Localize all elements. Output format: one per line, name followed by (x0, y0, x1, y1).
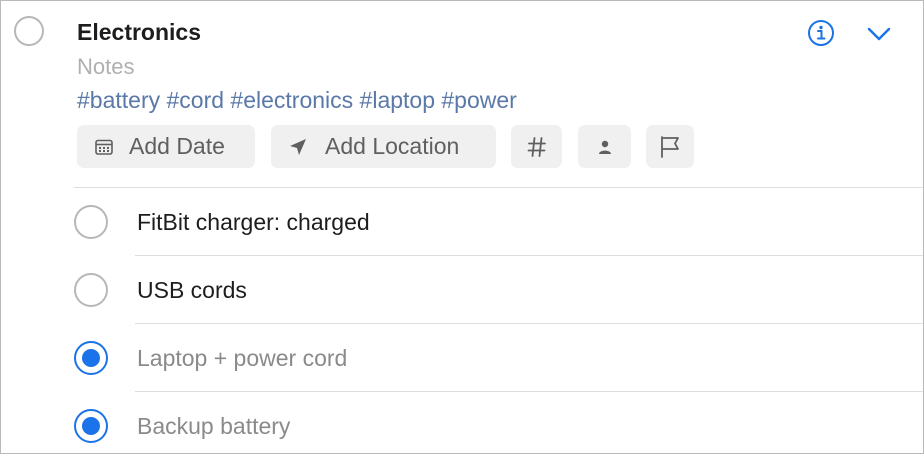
add-tag-button[interactable] (511, 125, 562, 168)
chevron-down-icon[interactable] (866, 21, 892, 45)
item-label[interactable]: Laptop + power cord (137, 343, 347, 373)
list-item[interactable]: FitBit charger: charged (1, 188, 923, 256)
add-date-label: Add Date (129, 133, 225, 159)
list-item[interactable]: Laptop + power cord (1, 324, 923, 392)
person-icon (598, 140, 611, 154)
add-location-label: Add Location (325, 133, 460, 159)
calendar-icon (95, 139, 113, 155)
notes-field[interactable]: Notes (77, 52, 134, 82)
flag-icon (661, 135, 679, 158)
location-arrow-icon (290, 138, 306, 155)
item-checkbox-checked[interactable] (74, 409, 108, 443)
info-icon[interactable] (807, 19, 835, 47)
tags-text[interactable]: #battery #cord #electronics #laptop #pow… (77, 85, 517, 115)
add-location-button[interactable]: Add Location (271, 125, 496, 168)
add-date-button[interactable]: Add Date (77, 125, 255, 168)
assign-person-button[interactable] (578, 125, 631, 168)
reminder-card: Electronics Notes #battery #cord #electr… (0, 0, 924, 454)
item-checkbox-checked[interactable] (74, 341, 108, 375)
reminder-complete-checkbox[interactable] (14, 16, 44, 46)
item-label[interactable]: FitBit charger: charged (137, 207, 370, 237)
flag-button[interactable] (646, 125, 694, 168)
item-label[interactable]: USB cords (137, 275, 247, 305)
item-checkbox[interactable] (74, 273, 108, 307)
list-item[interactable]: Backup battery (1, 392, 923, 453)
hashtag-icon (527, 136, 546, 157)
item-checkbox[interactable] (74, 205, 108, 239)
item-label[interactable]: Backup battery (137, 411, 290, 441)
reminder-title[interactable]: Electronics (77, 17, 201, 47)
list-item[interactable]: USB cords (1, 256, 923, 324)
